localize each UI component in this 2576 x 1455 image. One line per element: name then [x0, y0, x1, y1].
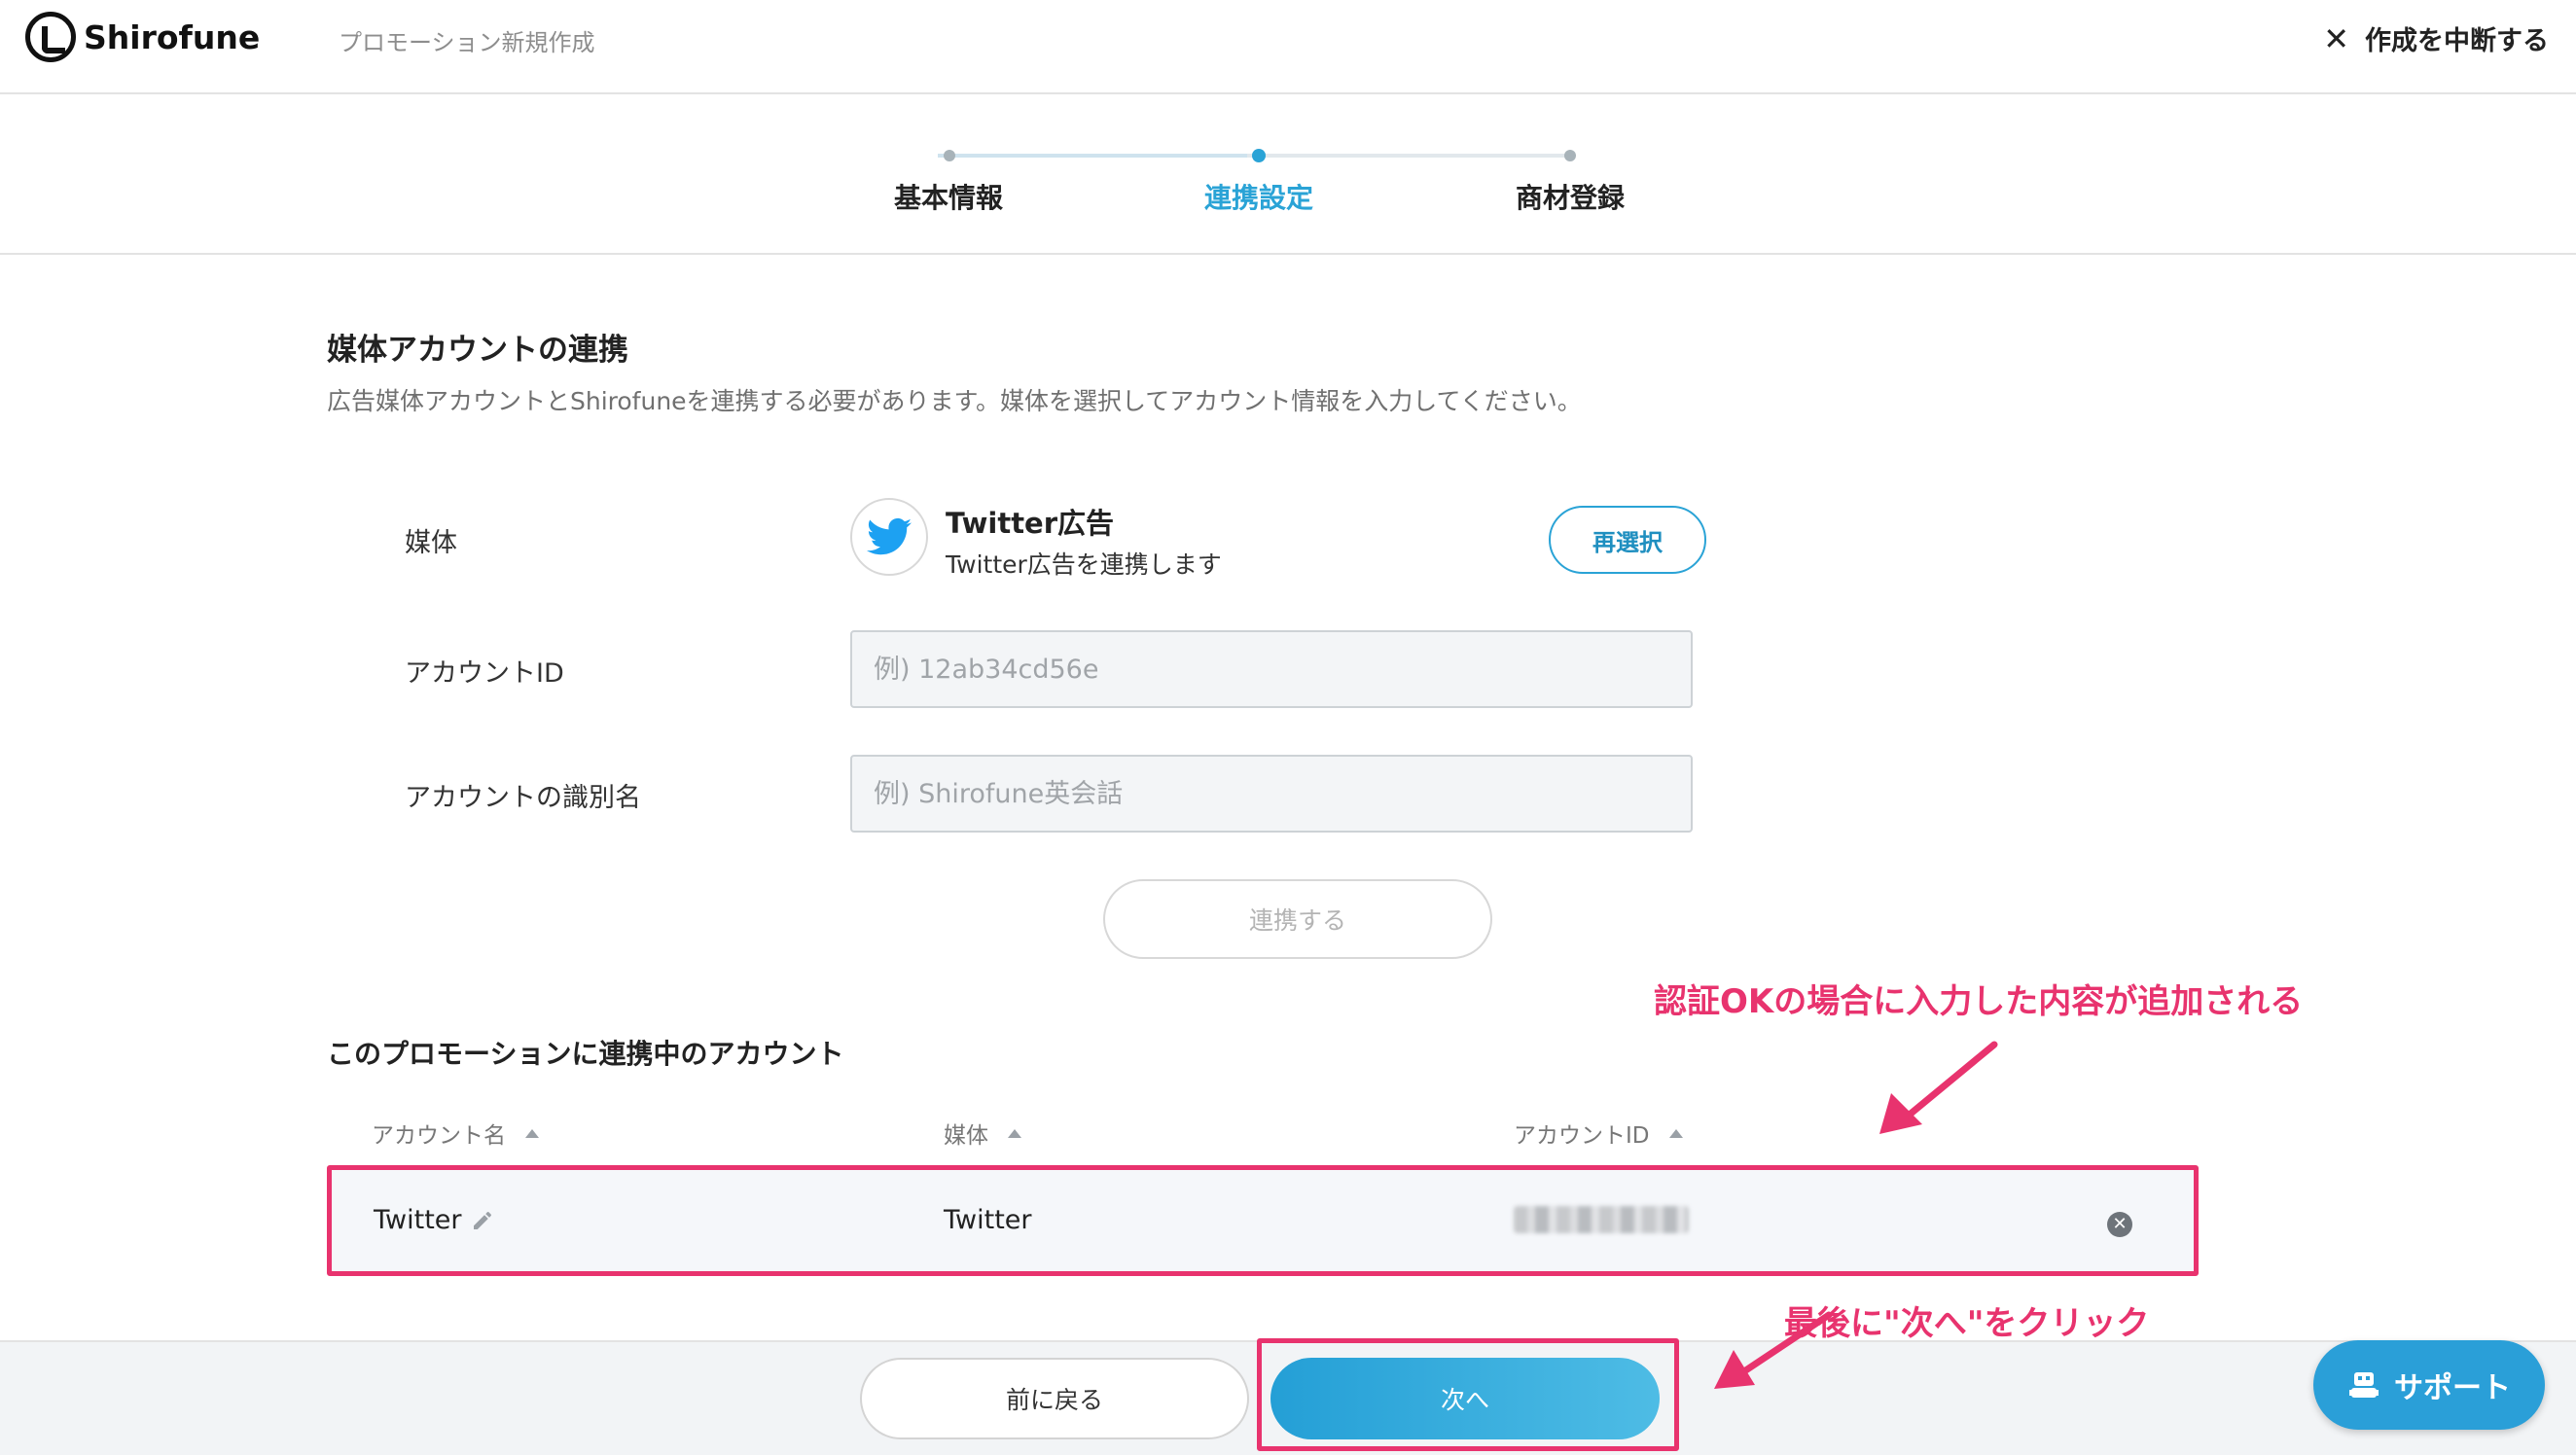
section-title: 媒体アカウントの連携: [327, 333, 628, 368]
annotation-arrow-row: [1879, 1041, 1998, 1134]
sort-ascending-icon: [1008, 1128, 1021, 1138]
account-name-label: アカウントの識別名: [405, 783, 641, 813]
column-header-label: 媒体: [944, 1123, 988, 1149]
column-header-account-id[interactable]: アカウントID: [1514, 1117, 1683, 1150]
step-label-basic-info[interactable]: 基本情報: [894, 177, 1003, 216]
annotation-next-note: 最後に"次へ"をクリック: [1784, 1304, 2150, 1343]
sort-ascending-icon: [1668, 1128, 1683, 1138]
account-id-label: アカウントID: [405, 658, 564, 689]
logo-text: Shirofune: [84, 18, 261, 56]
reselect-media-button[interactable]: 再選択: [1549, 506, 1706, 574]
shirofune-logo-icon: [25, 12, 76, 62]
stepper-line-done: [938, 154, 1247, 158]
account-name-input[interactable]: [850, 755, 1693, 833]
shirofune-logo[interactable]: Shirofune: [25, 12, 260, 62]
column-header-media[interactable]: 媒体: [944, 1117, 1021, 1150]
media-label: 媒体: [405, 528, 457, 558]
step-dot-product-registration: [1564, 150, 1576, 161]
column-header-account-name[interactable]: アカウント名: [372, 1117, 539, 1150]
stepper-line-pending: [1247, 154, 1574, 158]
support-button[interactable]: サポート: [2313, 1340, 2545, 1430]
support-robot-icon: [2349, 1372, 2379, 1398]
annotation-row-highlight: [327, 1165, 2199, 1276]
column-header-label: アカウントID: [1514, 1123, 1650, 1149]
twitter-bird-icon: [867, 517, 912, 555]
sort-ascending-icon: [525, 1128, 539, 1138]
back-button[interactable]: 前に戻る: [860, 1358, 1249, 1439]
account-id-input[interactable]: [850, 630, 1693, 708]
progress-stepper: 基本情報 連携設定 商材登録: [0, 94, 2576, 255]
column-header-label: アカウント名: [372, 1123, 506, 1149]
media-name: Twitter広告: [946, 507, 1115, 540]
media-description: Twitter広告を連携します: [946, 550, 1222, 579]
support-label: サポート: [2394, 1371, 2511, 1405]
page-title: プロモーション新規作成: [339, 29, 595, 56]
step-dot-basic-info: [944, 150, 955, 161]
step-label-product-registration[interactable]: 商材登録: [1516, 177, 1625, 216]
linked-accounts-title: このプロモーションに連携中のアカウント: [327, 1038, 844, 1070]
abort-creation-button[interactable]: ✕ 作成を中断する: [2323, 19, 2549, 57]
abort-label: 作成を中断する: [2365, 26, 2549, 56]
section-description: 広告媒体アカウントとShirofuneを連携する必要があります。媒体を選択してア…: [327, 387, 1582, 415]
link-account-button[interactable]: 連携する: [1103, 879, 1492, 959]
annotation-row-note: 認証OKの場合に入力した内容が追加される: [1654, 982, 2304, 1021]
app-header: Shirofune プロモーション新規作成 ✕ 作成を中断する: [0, 0, 2576, 94]
step-label-link-settings[interactable]: 連携設定: [1204, 177, 1313, 216]
step-dot-link-settings: [1252, 149, 1266, 162]
media-icon-circle: [850, 498, 928, 576]
annotation-next-highlight: [1257, 1338, 1679, 1451]
close-icon: ✕: [2323, 19, 2349, 57]
